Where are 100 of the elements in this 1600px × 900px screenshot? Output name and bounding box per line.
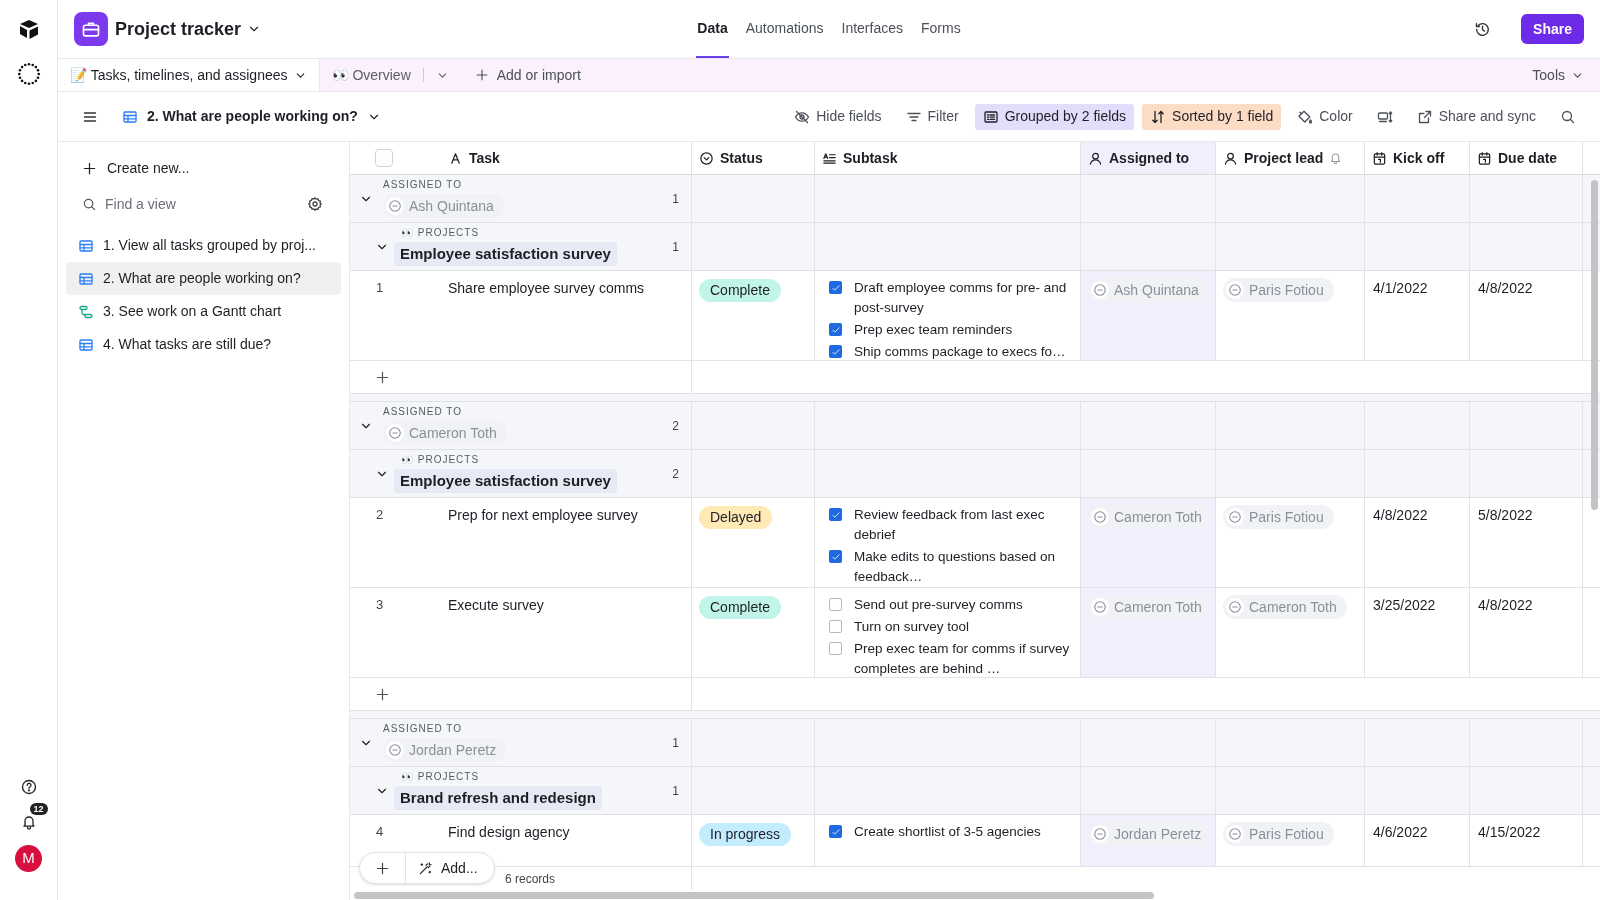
select-all-checkbox[interactable] — [375, 149, 393, 167]
subtask-text: Prep exec team reminders — [854, 321, 1013, 339]
bell-icon[interactable] — [20, 813, 37, 831]
subtask-text: Review feedback from last exec debrief — [854, 506, 1046, 544]
row-height-icon — [1376, 108, 1393, 125]
group-value: Employee satisfaction survey — [394, 469, 617, 493]
checkbox[interactable] — [829, 281, 842, 294]
view-item[interactable]: 4. What tasks are still due? — [66, 328, 341, 361]
grid-icon — [78, 270, 94, 287]
subtask-text: Turn on survey tool — [854, 618, 970, 636]
group-label: 👀 PROJECTS — [401, 227, 481, 239]
view-switcher[interactable]: 2. What are people working on? — [122, 106, 381, 127]
tools-button[interactable]: Tools — [1532, 59, 1584, 91]
group-count: 2 — [672, 417, 679, 435]
nav-tab[interactable]: Forms — [920, 0, 962, 58]
group-count: 1 — [672, 734, 679, 752]
column-header[interactable]: Assigned to — [1081, 142, 1215, 174]
status-tag: Delayed — [699, 506, 773, 529]
date-cell-text: 4/1/2022 — [1372, 279, 1429, 298]
task-cell-text: Find design agency — [448, 822, 570, 842]
help-icon[interactable] — [20, 779, 37, 795]
status-tag: In progress — [699, 823, 792, 846]
group-count: 1 — [672, 190, 679, 208]
nav-tab[interactable]: Automations — [744, 0, 825, 58]
calendar-icon — [1477, 150, 1492, 166]
nav-tab[interactable]: Interfaces — [840, 0, 904, 58]
minus-circle-icon — [1093, 283, 1107, 297]
checkbox[interactable] — [829, 825, 842, 838]
plus-icon — [474, 68, 489, 82]
status-tag: Complete — [699, 279, 781, 302]
record-count: 6 records — [505, 870, 556, 888]
add-or-import-button[interactable]: Add or import — [474, 59, 581, 91]
checkbox[interactable] — [829, 642, 842, 655]
group-label: ASSIGNED TO — [383, 179, 463, 191]
share-button[interactable]: Share — [1521, 14, 1584, 44]
date-cell-text: 4/6/2022 — [1372, 823, 1429, 842]
plus-icon — [375, 369, 390, 385]
checkbox[interactable] — [829, 550, 842, 563]
gantt-icon — [78, 303, 94, 320]
grid-icon — [78, 336, 94, 353]
row-number: 1 — [376, 279, 385, 298]
table-tab[interactable]: 👀 Overview — [319, 59, 423, 91]
group-label: ASSIGNED TO — [383, 723, 463, 735]
horizontal-scrollbar[interactable] — [354, 892, 1154, 899]
calendar-icon — [1372, 150, 1387, 166]
person-icon — [1088, 150, 1103, 166]
subtask-text: Create shortlist of 3-5 agencies — [854, 823, 1041, 841]
base-logo[interactable] — [74, 12, 108, 46]
minus-circle-icon — [1228, 827, 1242, 841]
checkbox[interactable] — [829, 620, 842, 633]
hide-fields-button[interactable]: Hide fields — [786, 103, 890, 130]
user-avatar[interactable]: M — [15, 845, 42, 872]
check-icon — [830, 509, 841, 520]
check-icon — [830, 282, 841, 293]
status-tag: Complete — [699, 596, 781, 619]
vertical-scrollbar[interactable] — [1591, 180, 1598, 510]
row-number: 4 — [376, 823, 385, 842]
find-view-field[interactable]: Find a view — [105, 193, 299, 215]
list-icon — [982, 108, 999, 125]
search-icon — [82, 196, 97, 212]
wand-icon — [418, 860, 433, 876]
group-count: 1 — [672, 782, 679, 800]
table-tab[interactable]: 📝 Tasks, timelines, and assignees — [58, 59, 320, 91]
add-record-button[interactable] — [375, 686, 390, 702]
minus-circle-icon — [388, 199, 402, 213]
checkbox[interactable] — [829, 345, 842, 358]
subtask-text: Send out pre-survey comms — [854, 596, 1023, 614]
date-cell-text: 4/8/2022 — [1477, 596, 1534, 615]
group-value: Employee satisfaction survey — [394, 242, 617, 266]
check-icon — [830, 826, 841, 837]
subtask-text: Prep exec team for comms if survey completes are behind … — [854, 640, 1071, 678]
history-icon[interactable] — [1474, 20, 1492, 38]
gear-icon[interactable] — [307, 196, 323, 212]
base-name-button[interactable]: Project tracker — [115, 15, 262, 43]
task-cell-text: Execute survey — [448, 595, 544, 615]
plus-icon — [375, 686, 390, 702]
external-link-icon — [1416, 108, 1433, 125]
search-icon — [1560, 108, 1576, 125]
view-item[interactable]: 2. What are people working on? — [66, 262, 341, 295]
group-count: 1 — [672, 238, 679, 256]
task-cell-text: Prep for next employee survey — [448, 505, 638, 525]
filter-button[interactable]: Filter — [897, 103, 967, 130]
group-count: 2 — [672, 465, 679, 483]
dotted-circle-icon[interactable] — [15, 61, 42, 87]
date-cell-text: 4/15/2022 — [1477, 823, 1542, 842]
share-and-sync-button[interactable]: Share and sync — [1408, 103, 1544, 130]
minus-circle-icon — [388, 743, 402, 757]
checkbox[interactable] — [829, 598, 842, 611]
add-record-button[interactable] — [375, 369, 390, 385]
group-button[interactable]: Grouped by 2 fields — [974, 103, 1135, 130]
row-number: 3 — [376, 596, 385, 615]
checkbox[interactable] — [829, 508, 842, 521]
checkbox[interactable] — [829, 323, 842, 336]
bell-icon — [1329, 151, 1343, 165]
create-new-button[interactable]: Create new... — [66, 152, 341, 185]
view-item[interactable]: 3. See work on a Gantt chart — [66, 295, 341, 328]
check-icon — [830, 551, 841, 562]
view-item[interactable]: 1. View all tasks grouped by proj... — [66, 229, 341, 262]
color-button[interactable]: Color — [1289, 103, 1361, 130]
sort-button[interactable]: Sorted by 1 field — [1142, 103, 1282, 130]
